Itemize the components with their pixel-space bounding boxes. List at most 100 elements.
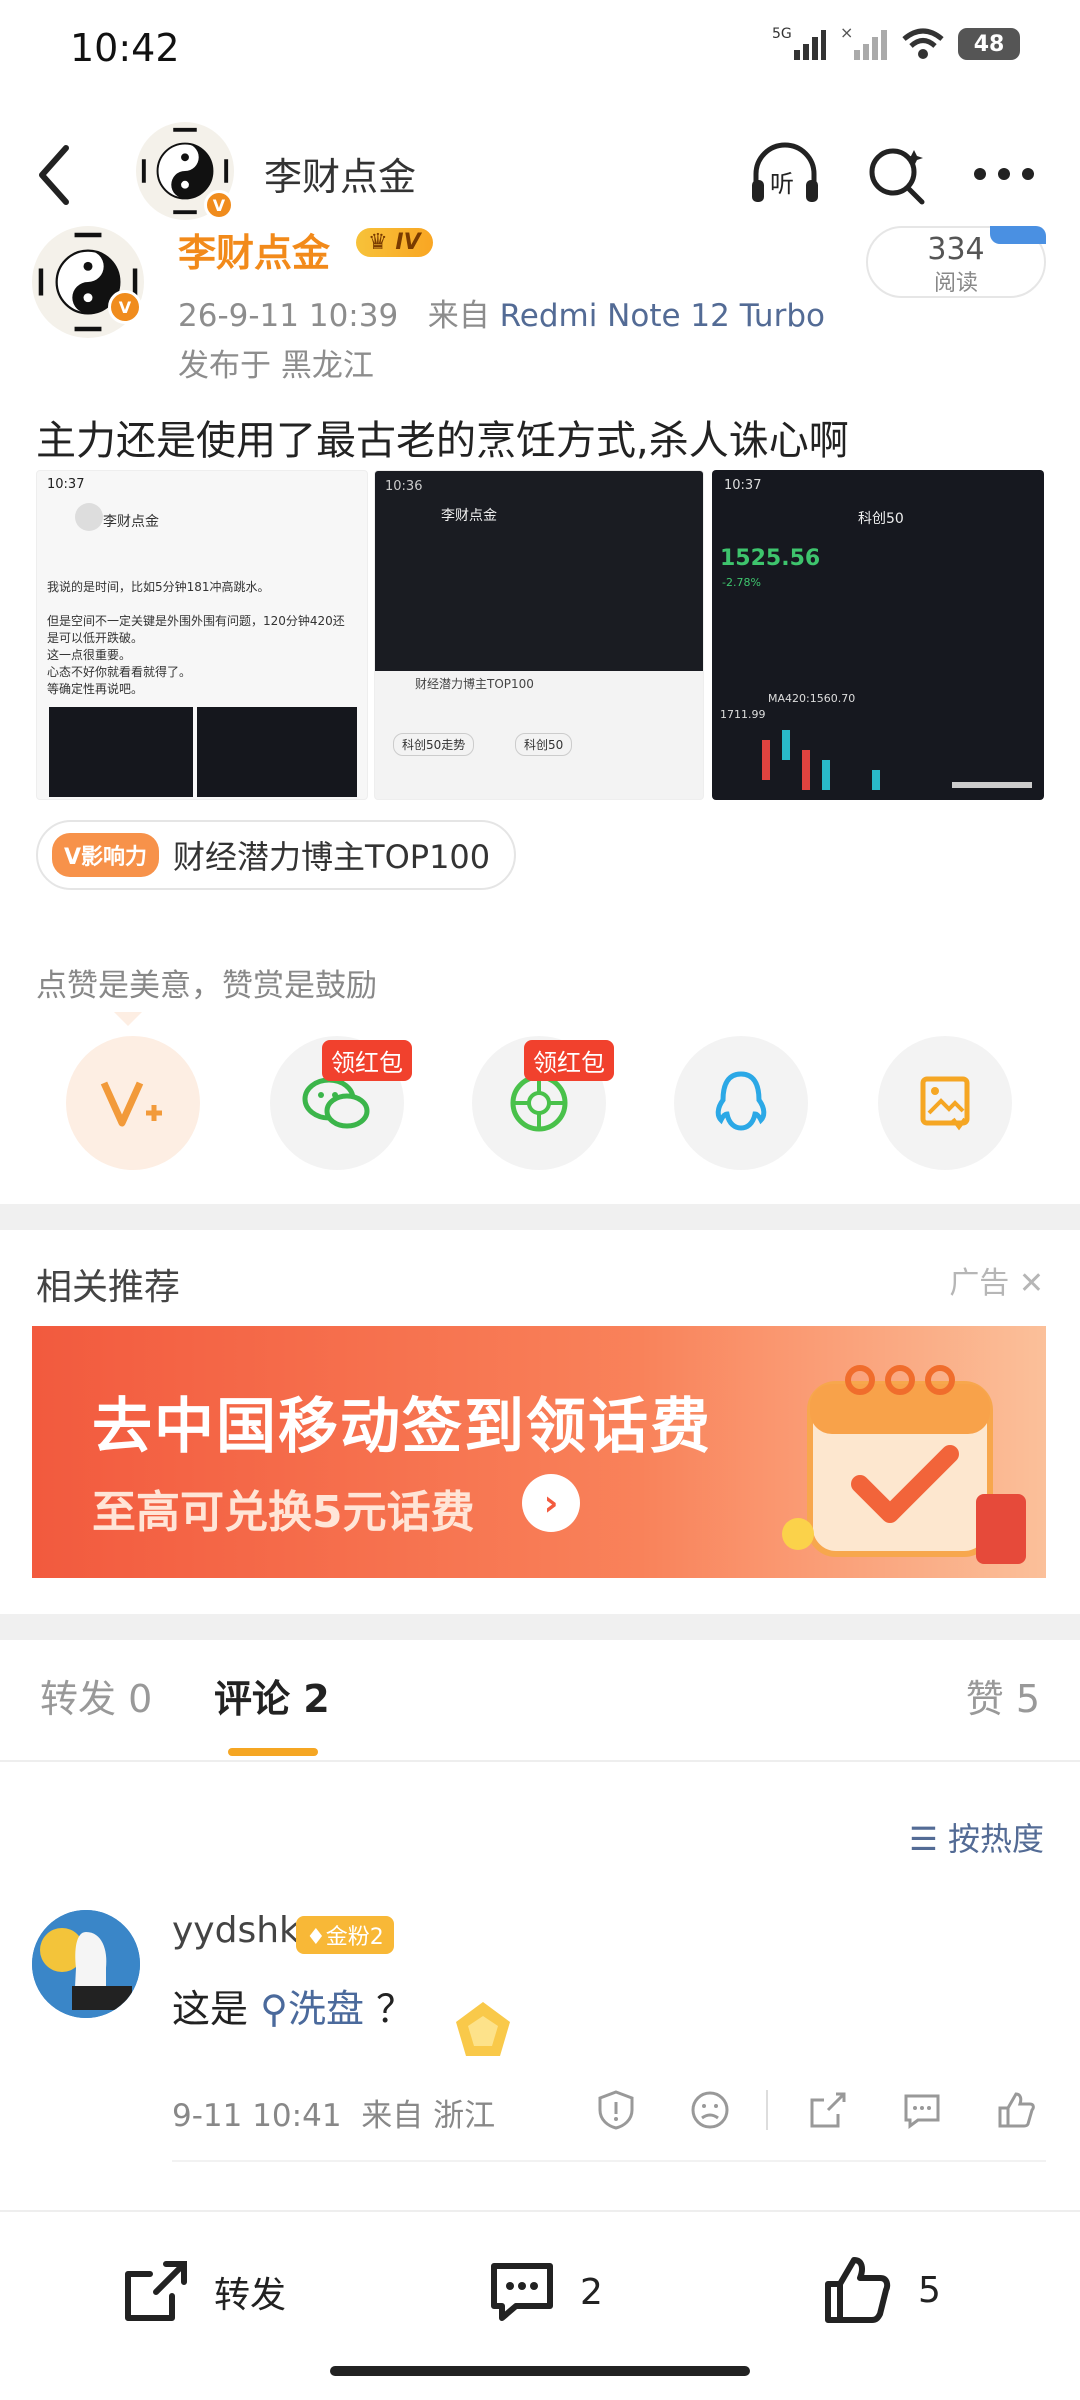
thumb1-avatar bbox=[75, 503, 103, 531]
sort-icon: ☰ bbox=[909, 1820, 948, 1858]
tab-repost[interactable]: 转发 0 bbox=[40, 1668, 152, 1723]
level-badge: ♛ IV bbox=[356, 228, 433, 257]
post-location: 发布于 黑龙江 bbox=[178, 348, 374, 384]
fan-badge-icon: ♦ bbox=[306, 1925, 326, 1950]
wifi-icon bbox=[902, 28, 944, 59]
thumb1-subshot-2 bbox=[197, 707, 357, 797]
thumb3-price: 1525.56 bbox=[720, 546, 821, 571]
sort-label: 按热度 bbox=[947, 1820, 1044, 1858]
thumb2-chip-1: 科创50走势 bbox=[393, 733, 475, 756]
thumb1-text: 我说的是时间，比如5分钟181冲高跳水。 但是空间不一定关键是外围外围有问题，1… bbox=[47, 580, 345, 696]
thumb2-caption: 财经潜力博主TOP100 bbox=[415, 677, 534, 691]
praise-text: 点赞是美意，赞赏是鼓励 bbox=[36, 968, 377, 1004]
ad-banner[interactable]: 去中国移动签到领话费 至高可兑换5元话费 › bbox=[32, 1326, 1046, 1578]
comment-button[interactable]: 2 bbox=[486, 2256, 603, 2328]
ad-close[interactable]: 广告 ✕ bbox=[949, 1258, 1044, 1302]
thumb2-name: 李财点金 bbox=[441, 508, 497, 524]
topic-link[interactable]: ⚲洗盘 bbox=[260, 1987, 364, 2031]
back-arrow-icon[interactable] bbox=[34, 142, 74, 208]
thumb2-time: 10:36 bbox=[385, 479, 423, 494]
tab-likes[interactable]: 赞 5 bbox=[966, 1668, 1040, 1723]
post-image-3[interactable]: 10:37 科创50 1525.56 -2.78% MA420:1560.70 … bbox=[712, 470, 1044, 800]
post-meta: 26-9-11 10:39 来自 Redmi Note 12 Turbo bbox=[178, 290, 825, 335]
post-author-name[interactable]: 李财点金 bbox=[178, 222, 330, 277]
post-device[interactable]: Redmi Note 12 Turbo bbox=[500, 298, 825, 334]
search-icon[interactable] bbox=[866, 142, 928, 208]
comment-meta: 9-11 10:41 来自 浙江 bbox=[172, 2090, 495, 2135]
related-title: 相关推荐 bbox=[36, 1267, 181, 1308]
post-image-2[interactable]: 10:36 李财点金 财经潜力博主TOP100 科创50走势 科创50 bbox=[374, 470, 704, 800]
sort-button[interactable]: ☰ 按热度 bbox=[909, 1814, 1044, 1860]
tab-comments[interactable]: 评论 2 bbox=[214, 1668, 330, 1723]
crown-icon: ♛ bbox=[368, 230, 396, 255]
thumb1-name: 李财点金 bbox=[103, 514, 159, 530]
v-plus-icon bbox=[100, 1081, 162, 1127]
home-indicator[interactable] bbox=[330, 2366, 750, 2376]
fan-badge: ♦金粉2 bbox=[296, 1916, 394, 1954]
like-button[interactable]: 5 bbox=[820, 2252, 941, 2328]
comment-text: 这是 ⚲洗盘 ？ bbox=[172, 1987, 415, 2031]
repost-button[interactable]: 转发 bbox=[120, 2256, 286, 2328]
save-image-button[interactable] bbox=[878, 1036, 1012, 1170]
thumb1-subshot-1 bbox=[49, 707, 193, 797]
listen-headphones-icon[interactable]: 听 bbox=[748, 140, 822, 210]
image-download-icon bbox=[920, 1076, 970, 1131]
influence-tag: V影响力 bbox=[52, 833, 160, 877]
thumb3-time: 10:37 bbox=[724, 478, 762, 493]
svg-text:5G: 5G bbox=[772, 26, 792, 42]
wechat-icon bbox=[302, 1077, 370, 1129]
thumb2-chip-2: 科创50 bbox=[515, 733, 573, 756]
verified-badge-icon: V bbox=[204, 190, 234, 220]
status-icons: 5G × 48 bbox=[772, 24, 1020, 64]
section-divider bbox=[0, 1204, 1080, 1230]
repost-icon bbox=[125, 2261, 187, 2321]
thumb3-change: -2.78% bbox=[722, 576, 761, 589]
more-icon[interactable] bbox=[972, 166, 1036, 182]
verified-badge-icon: V bbox=[108, 290, 142, 324]
status-time: 10:42 bbox=[70, 26, 180, 70]
dislike-face-icon[interactable] bbox=[688, 2088, 732, 2132]
comment-avatar[interactable] bbox=[32, 1910, 140, 2018]
comment-count: 2 bbox=[580, 2271, 603, 2313]
signal-5g-icon: 5G bbox=[772, 26, 826, 60]
thumb3-title: 科创50 bbox=[858, 511, 904, 527]
battery-icon: 48 bbox=[958, 28, 1020, 60]
section-divider bbox=[0, 1614, 1080, 1640]
post-datetime: 26-9-11 10:39 bbox=[178, 298, 399, 334]
calendar-icon bbox=[782, 1365, 1026, 1564]
ad-headline: 去中国移动签到领话费 bbox=[92, 1392, 712, 1462]
thumb1-time: 10:37 bbox=[47, 477, 85, 492]
signal-off-icon: × bbox=[840, 24, 887, 60]
comment-username[interactable]: yydshk bbox=[172, 1910, 300, 1951]
search-icon: ⚲ bbox=[260, 1987, 288, 2031]
red-packet-tag-2: 领红包 bbox=[524, 1040, 614, 1081]
action-divider bbox=[766, 2090, 768, 2130]
reward-button[interactable] bbox=[66, 1036, 200, 1170]
chevron-right-icon: › bbox=[522, 1474, 580, 1532]
svg-text:×: × bbox=[840, 24, 853, 42]
share-icon[interactable] bbox=[806, 2088, 850, 2132]
influence-pill[interactable]: V影响力 财经潜力博主TOP100 bbox=[36, 820, 517, 890]
comment-time: 9-11 10:41 bbox=[172, 2098, 342, 2134]
comment-from: 来自 浙江 bbox=[361, 2098, 496, 2134]
thumb3-candles bbox=[762, 730, 1032, 790]
comment-divider bbox=[172, 2160, 1046, 2162]
like-icon[interactable] bbox=[994, 2088, 1038, 2132]
fan-badge-label: 金粉2 bbox=[325, 1925, 384, 1950]
comment-tabs: 转发 0 评论 2 赞 5 bbox=[0, 1668, 1080, 1760]
qq-icon bbox=[715, 1071, 767, 1131]
post-from-label: 来自 bbox=[427, 298, 490, 334]
top-nav-bar: V 李财点金 听 bbox=[0, 120, 1080, 230]
share-qq-button[interactable] bbox=[674, 1036, 808, 1170]
close-icon: ✕ bbox=[1018, 1266, 1044, 1301]
comment-icon bbox=[491, 2263, 553, 2321]
nav-title: 李财点金 bbox=[264, 155, 417, 199]
red-packet-tag-1: 领红包 bbox=[322, 1040, 412, 1081]
tabs-divider bbox=[0, 1760, 1080, 1762]
ad-label: 广告 bbox=[949, 1266, 1010, 1301]
active-tab-indicator bbox=[228, 1748, 318, 1756]
like-count: 5 bbox=[918, 2269, 941, 2311]
reply-icon[interactable] bbox=[900, 2088, 944, 2132]
report-icon[interactable] bbox=[594, 2088, 638, 2132]
post-image-1[interactable]: 10:37 李财点金 我说的是时间，比如5分钟181冲高跳水。 但是空间不一定关… bbox=[36, 470, 368, 800]
